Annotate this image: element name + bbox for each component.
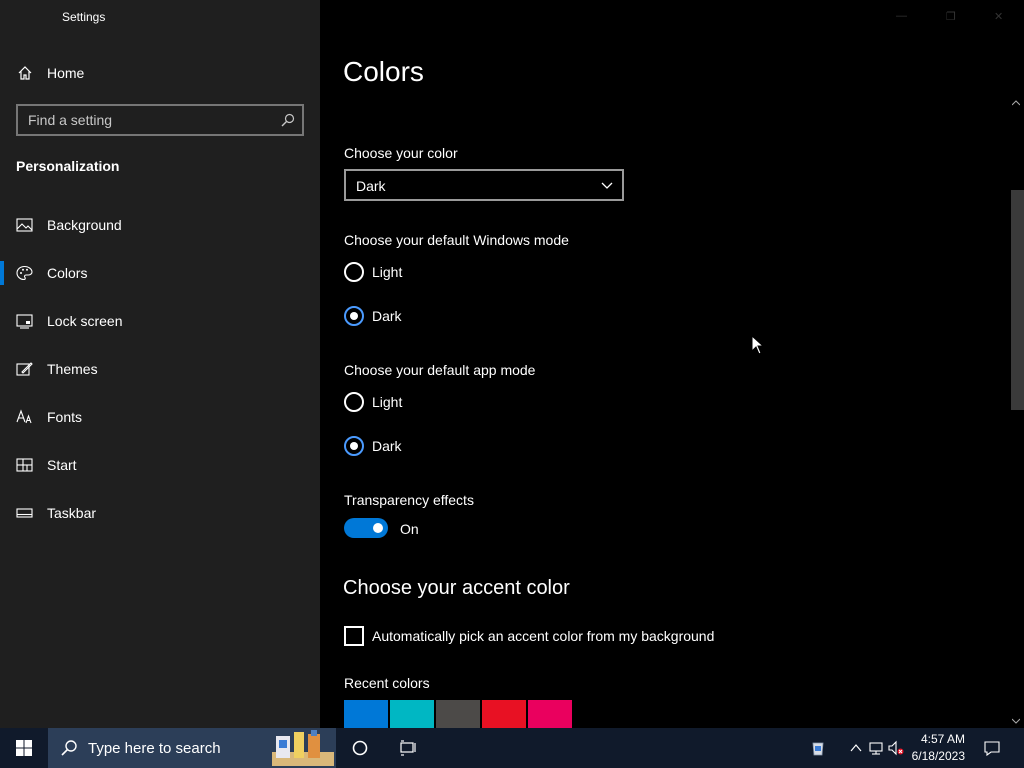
fonts-icon [16, 409, 32, 424]
main-content: — ❐ ✕ Colors Choose your color Dark Choo… [320, 0, 1024, 728]
sidebar-item-themes[interactable]: Themes [0, 349, 320, 389]
toggle-state-label: On [400, 521, 419, 537]
system-tray: 4:57 AM 6/18/2023 [784, 728, 1024, 768]
page-title: Colors [343, 56, 424, 87]
recent-colors-swatches [344, 700, 572, 728]
sidebar-item-label: Background [47, 217, 122, 233]
sidebar-item-label: Fonts [47, 409, 83, 425]
search-icon[interactable] [281, 113, 295, 127]
chevron-down-icon [601, 182, 613, 189]
sidebar-item-fonts[interactable]: Fonts [0, 397, 320, 437]
sidebar-item-label: Themes [47, 361, 98, 377]
taskbar-search-text: Type here to search [88, 740, 221, 757]
transparency-toggle[interactable] [344, 518, 388, 538]
lock-screen-icon [16, 314, 33, 329]
search-input[interactable] [28, 111, 268, 129]
selected-indicator [0, 261, 4, 285]
home-label: Home [47, 65, 85, 81]
radio-label: Dark [372, 308, 402, 324]
sidebar-item-start[interactable]: Start [0, 445, 320, 485]
radio-label: Light [372, 264, 403, 280]
chevron-up-icon[interactable] [848, 740, 864, 756]
color-swatch[interactable] [528, 700, 572, 728]
cortana-icon [352, 740, 368, 756]
taskbar-search-box[interactable]: Type here to search [48, 728, 336, 768]
search-icon [61, 740, 77, 756]
scroll-down-icon[interactable] [1012, 718, 1020, 724]
sidebar-item-label: Taskbar [47, 505, 97, 521]
recent-colors-label: Recent colors [344, 675, 430, 691]
vertical-scrollbar[interactable] [1008, 96, 1024, 728]
palette-icon [16, 265, 33, 281]
accent-color-heading: Choose your accent color [343, 577, 570, 599]
search-highlight-illustration [272, 730, 334, 766]
sidebar-item-colors[interactable]: Colors [0, 253, 320, 293]
sidebar-item-label: Start [47, 457, 77, 473]
radio-circle-selected[interactable] [344, 306, 364, 326]
color-swatch[interactable] [344, 700, 388, 728]
windows-mode-dark-radio[interactable]: Dark [344, 304, 544, 328]
auto-accent-label: Automatically pick an accent color from … [372, 628, 715, 644]
sidebar: Settings Home Personalization Background… [0, 0, 320, 728]
cortana-button[interactable] [336, 728, 384, 768]
taskbar-clock[interactable]: 4:57 AM 6/18/2023 [912, 731, 965, 765]
app-mode-light-radio[interactable]: Light [344, 390, 544, 414]
mouse-cursor-icon [751, 335, 765, 355]
action-center-icon[interactable] [984, 740, 1000, 756]
minimize-icon[interactable]: — [896, 10, 907, 22]
scroll-up-icon[interactable] [1012, 100, 1020, 106]
image-icon [16, 218, 33, 232]
window-controls: — ❐ ✕ [884, 0, 1024, 32]
windows-logo-icon [16, 740, 32, 756]
radio-circle-selected[interactable] [344, 436, 364, 456]
maximize-icon[interactable]: ❐ [946, 10, 956, 23]
recycle-bin-icon[interactable] [810, 740, 826, 756]
home-icon [18, 66, 32, 80]
color-swatch[interactable] [482, 700, 526, 728]
home-link[interactable]: Home [0, 58, 320, 88]
clock-date: 6/18/2023 [911, 749, 965, 763]
sidebar-item-lock-screen[interactable]: Lock screen [0, 301, 320, 341]
section-title: Personalization [16, 158, 120, 174]
sidebar-item-label: Colors [47, 265, 88, 281]
volume-muted-icon[interactable] [888, 740, 904, 756]
clock-time: 4:57 AM [920, 732, 965, 746]
task-view-button[interactable] [384, 728, 432, 768]
network-icon[interactable] [868, 740, 884, 756]
dropdown-value: Dark [356, 178, 386, 194]
sidebar-item-taskbar[interactable]: Taskbar [0, 493, 320, 533]
auto-accent-checkbox[interactable] [344, 626, 364, 646]
window-title: Settings [62, 10, 106, 24]
start-icon [16, 458, 33, 472]
find-setting-search[interactable] [16, 104, 304, 136]
windows-mode-light-radio[interactable]: Light [344, 260, 544, 284]
color-swatch[interactable] [390, 700, 434, 728]
app-mode-label: Choose your default app mode [344, 362, 536, 378]
radio-circle[interactable] [344, 262, 364, 282]
start-button[interactable] [0, 728, 48, 768]
close-icon[interactable]: ✕ [994, 10, 1003, 23]
app-mode-dark-radio[interactable]: Dark [344, 434, 544, 458]
windows-mode-label: Choose your default Windows mode [344, 232, 569, 248]
sidebar-item-label: Lock screen [47, 313, 123, 329]
transparency-label: Transparency effects [344, 492, 474, 508]
scrollbar-thumb[interactable] [1011, 190, 1024, 410]
taskbar: Type here to search 4:57 AM 6/18/2023 [0, 728, 1024, 768]
sidebar-item-background[interactable]: Background [0, 205, 320, 245]
radio-circle[interactable] [344, 392, 364, 412]
radio-label: Light [372, 394, 403, 410]
choose-color-dropdown[interactable]: Dark [344, 169, 624, 201]
themes-icon [16, 362, 33, 376]
task-view-icon [400, 740, 416, 756]
taskbar-icon [16, 508, 33, 518]
color-swatch[interactable] [436, 700, 480, 728]
radio-label: Dark [372, 438, 402, 454]
choose-color-label: Choose your color [344, 145, 458, 161]
